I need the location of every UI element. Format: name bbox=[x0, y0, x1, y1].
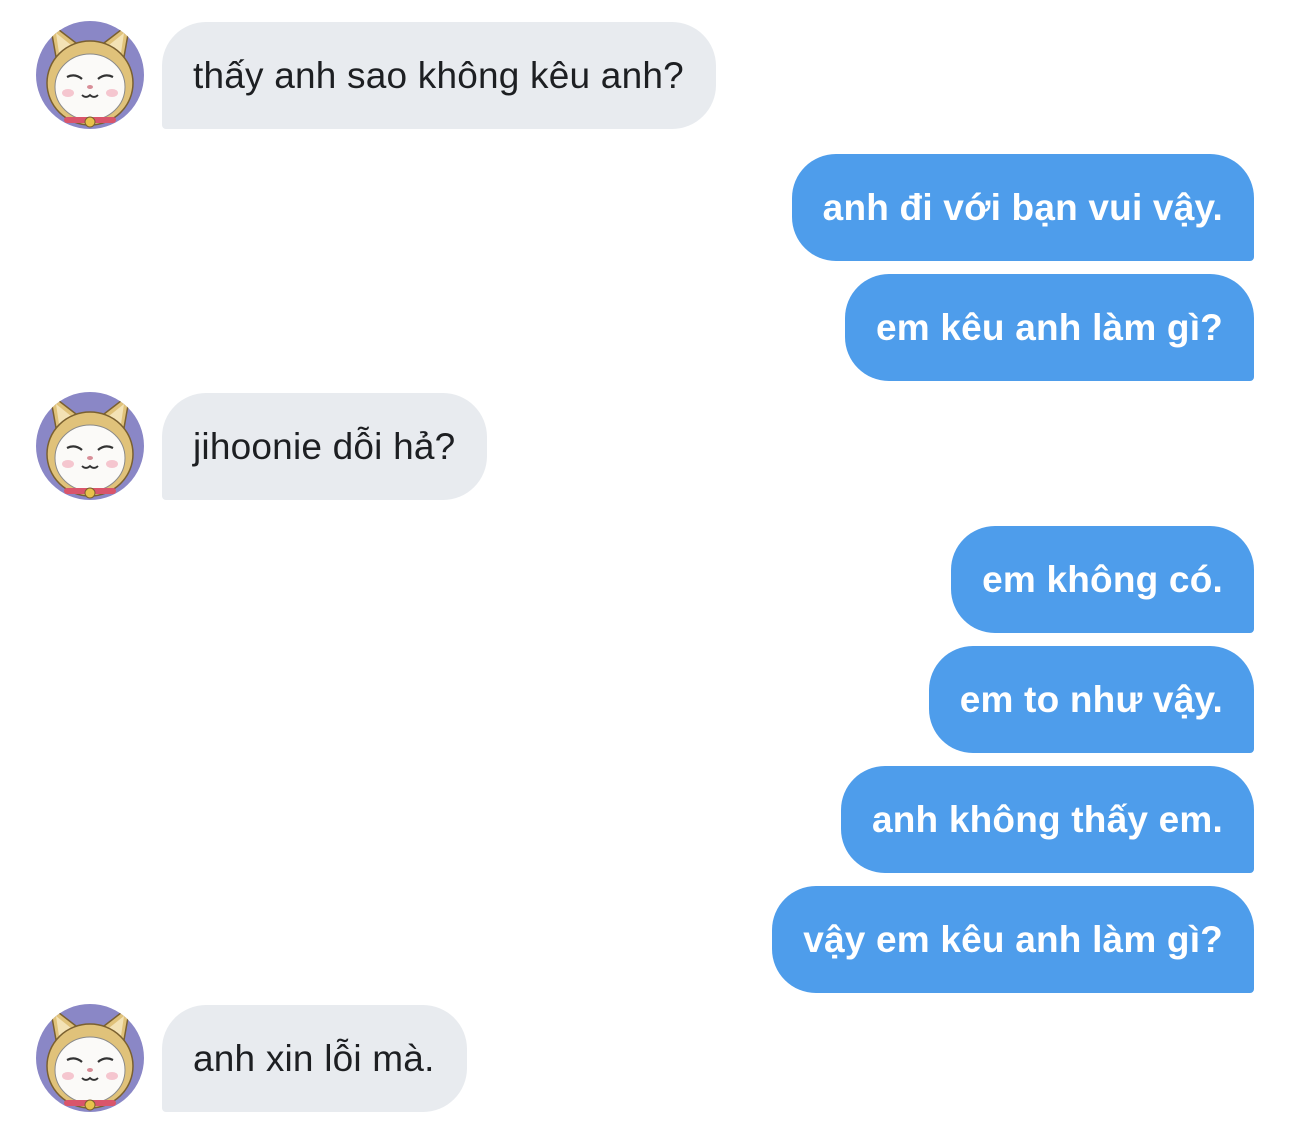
outgoing-message-bubble[interactable]: anh không thấy em. bbox=[840, 766, 1254, 873]
outgoing-message-bubble[interactable]: vậy em kêu anh làm gì? bbox=[772, 886, 1254, 993]
cat-avatar-icon[interactable] bbox=[36, 21, 144, 129]
cat-avatar-icon[interactable] bbox=[36, 392, 144, 500]
outgoing-message-bubble[interactable]: em to như vậy. bbox=[928, 646, 1254, 753]
incoming-message-bubble[interactable]: anh xin lỗi mà. bbox=[162, 1005, 467, 1112]
outgoing-message-bubble[interactable]: em kêu anh làm gì? bbox=[845, 274, 1254, 381]
incoming-message-bubble[interactable]: thấy anh sao không kêu anh? bbox=[162, 22, 716, 129]
outgoing-message-bubble[interactable]: anh đi với bạn vui vậy. bbox=[791, 154, 1254, 261]
outgoing-message-bubble[interactable]: em không có. bbox=[951, 526, 1254, 633]
cat-avatar-icon[interactable] bbox=[36, 1004, 144, 1112]
incoming-message-bubble[interactable]: jihoonie dỗi hả? bbox=[162, 393, 488, 500]
